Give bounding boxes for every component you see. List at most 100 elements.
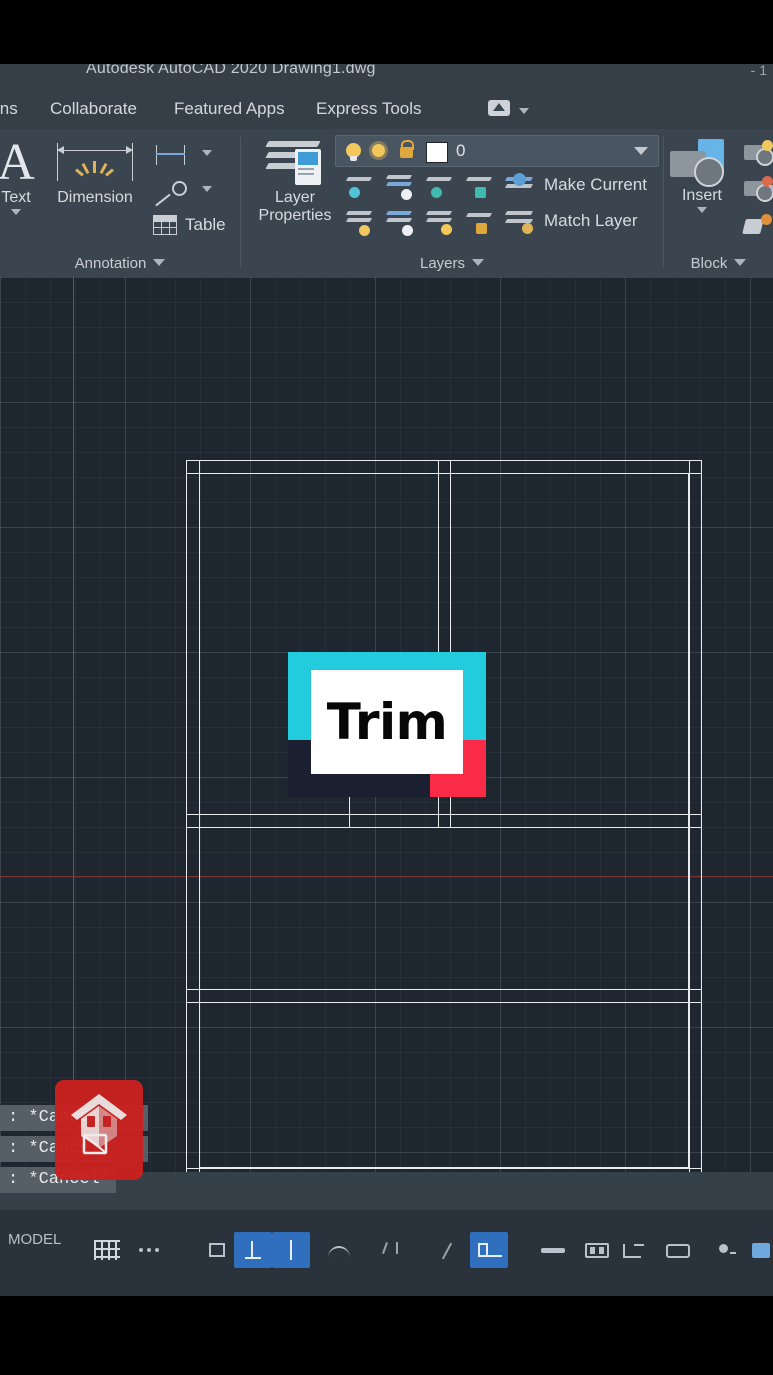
trim-label: Trim: [326, 693, 448, 751]
chevron-down-icon[interactable]: [202, 150, 212, 156]
bulb-badge-icon: [359, 225, 370, 236]
layer-properties-icon: [247, 135, 343, 189]
current-badge-icon: [513, 173, 526, 186]
edit-badge-icon: [761, 214, 772, 225]
wall-line: [186, 989, 702, 990]
wall-line: [199, 460, 200, 1172]
layer-color-swatch[interactable]: [426, 142, 448, 163]
layer-off-button[interactable]: [423, 173, 457, 203]
match-layer-label: Match Layer: [544, 211, 638, 230]
chevron-down-icon[interactable]: [11, 209, 21, 215]
make-current-icon[interactable]: [503, 171, 537, 203]
unlocked-padlock-icon[interactable]: [400, 140, 414, 158]
screen-recording-frame: Autodesk AutoCAD 2020 Drawing1.dwg - 1 i…: [0, 0, 773, 1375]
text-button[interactable]: A Text: [0, 137, 48, 215]
tab-featured-apps[interactable]: Featured Apps: [174, 89, 285, 129]
tab-collaborate[interactable]: Collaborate: [50, 89, 137, 129]
cloud-icon[interactable]: [488, 100, 510, 116]
annotation-scale-toggle[interactable]: [614, 1232, 652, 1268]
star-badge-icon: [762, 140, 773, 151]
drawing-canvas[interactable]: Trim: [0, 277, 773, 1172]
insert-block-icon: [666, 135, 738, 187]
wall-line: [186, 1002, 702, 1003]
wall-line: [701, 460, 702, 1172]
selection-cycling-toggle[interactable]: [578, 1232, 616, 1268]
letterbox-top: [0, 0, 773, 64]
panel-title-block[interactable]: Block: [664, 255, 773, 272]
table-button-label: Table: [185, 215, 226, 234]
ortho-mode-toggle[interactable]: [198, 1232, 236, 1268]
create-block-button[interactable]: [742, 139, 773, 167]
layer-unlock-button[interactable]: [463, 209, 497, 239]
hardware-accel-toggle[interactable]: [746, 1232, 773, 1268]
polar-tracking-toggle[interactable]: [234, 1232, 272, 1268]
chevron-down-icon[interactable]: [697, 207, 707, 213]
text-a-icon: A: [0, 134, 35, 191]
chevron-down-icon[interactable]: [202, 186, 212, 192]
grid-display-toggle[interactable]: [88, 1232, 126, 1268]
command-prefix: :: [8, 1108, 19, 1127]
wall-line: [186, 460, 187, 1172]
outer-wall-inner-outline[interactable]: [199, 473, 689, 1168]
leader-button[interactable]: [150, 177, 194, 207]
dimension-button[interactable]: Dimension: [48, 137, 142, 207]
insert-button[interactable]: Insert: [666, 135, 738, 213]
ucs-y-axis-line: [73, 277, 74, 1172]
tab-express-tools[interactable]: Express Tools: [316, 89, 422, 129]
layer-isolate-button[interactable]: [343, 173, 377, 203]
isolate-objects-toggle[interactable]: [706, 1232, 744, 1268]
wall-line: [689, 460, 690, 1172]
chevron-down-icon[interactable]: [472, 259, 485, 266]
layer-match-button[interactable]: [383, 209, 417, 239]
pencil-badge-icon: [401, 189, 412, 200]
chevron-down-icon[interactable]: [634, 147, 648, 155]
bulb-badge-icon: [349, 187, 360, 198]
insert-button-label: Insert: [681, 187, 722, 204]
chevron-down-icon[interactable]: [734, 259, 747, 266]
snowflake-badge-icon: [431, 187, 442, 198]
otrack-toggle[interactable]: [372, 1232, 410, 1268]
grid-icon: [94, 1240, 120, 1260]
wall-line: [186, 460, 702, 461]
object-snap-toggle[interactable]: [272, 1232, 310, 1268]
sun-icon[interactable]: [372, 144, 385, 157]
transparency-toggle[interactable]: [534, 1232, 572, 1268]
house-logo-watermark: [55, 1080, 143, 1180]
layer-on-button[interactable]: [343, 209, 377, 239]
layer-properties-label-1: Layer: [274, 189, 316, 206]
status-bar: MODEL: [0, 1210, 773, 1296]
panel-title-annotation-label: Annotation: [74, 255, 147, 272]
lightbulb-icon[interactable]: [346, 143, 361, 161]
layer-lock-button[interactable]: [463, 173, 497, 203]
pencil-badge-icon: [402, 225, 413, 236]
tab-add-ins[interactable]: ins: [0, 89, 18, 129]
set-base-point-button[interactable]: [742, 211, 773, 239]
layer-selector-combo[interactable]: 0: [335, 135, 659, 167]
layer-properties-button[interactable]: Layer Properties: [247, 135, 343, 225]
sun-badge-icon: [441, 224, 452, 235]
workspace-switch-toggle[interactable]: [658, 1232, 696, 1268]
snap-mode-toggle[interactable]: [130, 1232, 168, 1268]
object-snap-tracking-toggle[interactable]: [320, 1232, 358, 1268]
dimension-icon: [48, 137, 142, 189]
lineweight-toggle[interactable]: [432, 1232, 470, 1268]
window-controls: - 1: [750, 64, 767, 78]
chevron-down-icon[interactable]: [768, 185, 773, 191]
chevron-down-icon[interactable]: [519, 108, 529, 114]
current-layer-name: 0: [456, 141, 466, 160]
command-prefix: :: [8, 1139, 19, 1158]
panel-title-layers[interactable]: Layers: [241, 255, 663, 272]
chevron-down-icon[interactable]: [153, 259, 166, 266]
ribbon: A Text Dimension Table Annotation Layer …: [0, 129, 773, 277]
layer-freeze-button[interactable]: [383, 173, 417, 203]
text-button-label: Text: [1, 189, 31, 206]
table-icon[interactable]: [150, 213, 180, 239]
trim-caption-overlay: Trim: [288, 652, 486, 797]
linear-dimension-button[interactable]: [150, 141, 194, 169]
match-layer-icon[interactable]: [503, 207, 537, 239]
command-prefix: :: [8, 1170, 19, 1189]
panel-title-block-label: Block: [690, 255, 728, 272]
panel-title-annotation[interactable]: Annotation: [0, 255, 240, 272]
layer-thaw-button[interactable]: [423, 209, 457, 239]
dynamic-ucs-toggle[interactable]: [470, 1232, 508, 1268]
